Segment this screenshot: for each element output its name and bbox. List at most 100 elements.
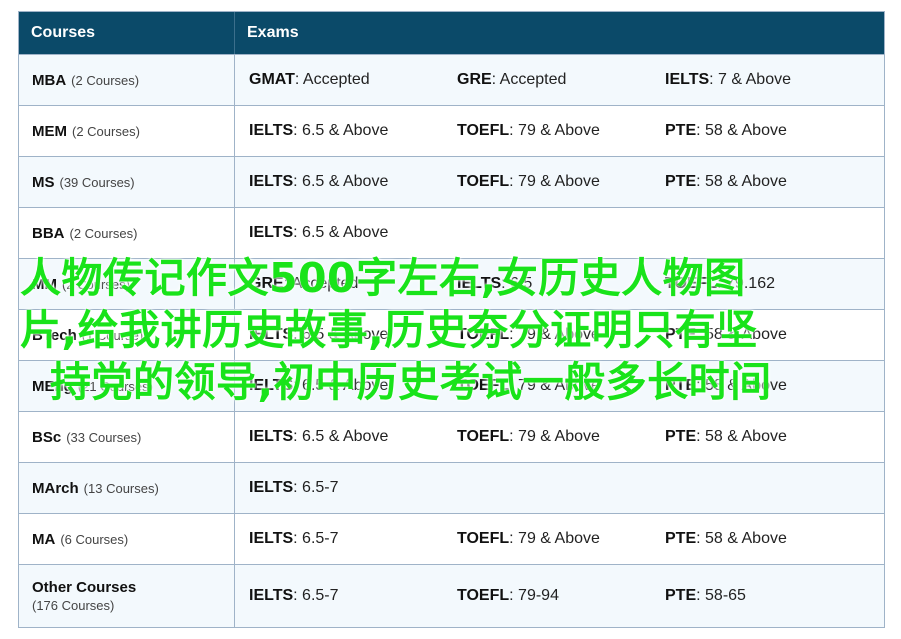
course-name[interactable]: MBA (32, 72, 66, 89)
exam-score: : 79 & Above (509, 173, 600, 190)
exam-score: : 79.162 (717, 275, 775, 292)
exam-name: PTE (665, 530, 697, 547)
table-row: MM (2 Courses) GRE: Accepted IELTS: 6.5 TOEF… (19, 258, 884, 309)
course-name[interactable]: MM (32, 276, 57, 293)
table-row: BTech (1 Course) IELTS: 6.5 & Above TOEFL: … (19, 309, 884, 360)
exam-name: GRE (457, 71, 492, 88)
exam-score: : 6.5 & Above (293, 173, 389, 190)
exam-requirement: GRE: Accepted (249, 275, 457, 293)
exam-requirement: PTE: 58 & Above (665, 122, 873, 140)
courses-header: Courses (19, 12, 235, 54)
exam-requirement: TOEFL: 79 & Above (457, 428, 665, 446)
exam-score: : 58 & Above (696, 122, 787, 139)
exam-name: GRE (249, 275, 284, 292)
exam-score: : 79 & Above (509, 326, 600, 343)
exam-requirement: IELTS: 7 & Above (665, 71, 873, 89)
table-body: MBA (2 Courses) GMAT: Accepted GRE: Accepte… (19, 54, 884, 627)
exams-cell: IELTS: 6.5 & Above (235, 208, 884, 258)
exam-score: : 79-94 (509, 587, 559, 604)
course-cell: MBA (2 Courses) (19, 55, 235, 105)
exam-name: TOEFL (457, 587, 510, 604)
exam-score: : 6.5 & Above (293, 326, 389, 343)
exams-cell: IELTS: 6.5 & Above TOEFL: 79 & Above PTE: … (235, 106, 884, 156)
exam-name: IELTS (249, 224, 294, 241)
exam-name: IELTS (457, 275, 502, 292)
exam-requirement: IELTS: 6.5 (457, 275, 665, 293)
course-cell: MA (6 Courses) (19, 514, 235, 564)
exam-score: : 7 & Above (709, 71, 791, 88)
exams-cell: IELTS: 6.5-7 (235, 463, 884, 513)
course-count: (176 Courses) (32, 598, 115, 613)
course-count: (6 Courses) (60, 531, 129, 547)
exam-requirement: IELTS: 6.5-7 (249, 587, 457, 605)
exam-score: : 6.5 & Above (293, 224, 389, 241)
exam-requirement: IELTS: 6.5 & Above (249, 173, 457, 191)
course-cell: MS (39 Courses) (19, 157, 235, 207)
exams-cell: IELTS: 6.5 & Above TOEFL: 79 & Above PTE: … (235, 157, 884, 207)
exam-requirement: TOEFL: 79 & Above (457, 377, 665, 395)
exam-score: : 6.5-7 (293, 530, 339, 547)
exam-name: TOEFL (457, 326, 510, 343)
course-name[interactable]: MEM (32, 123, 67, 140)
table-row: BBA (2 Courses) IELTS: 6.5 & Above (19, 207, 884, 258)
course-cell: BBA (2 Courses) (19, 208, 235, 258)
exam-name: TOEFL (457, 428, 510, 445)
exam-name: IELTS (249, 479, 294, 496)
exam-requirement: TOEFL: 79 & Above (457, 122, 665, 140)
course-name[interactable]: MEng (32, 378, 73, 395)
exam-score: : 6.5-7 (293, 479, 339, 496)
table-row: MEM (2 Courses) IELTS: 6.5 & Above TOEFL: 7… (19, 105, 884, 156)
exam-requirement: PTE: 58 & Above (665, 326, 873, 344)
course-name[interactable]: MArch (32, 480, 79, 497)
course-count: (39 Courses) (59, 174, 135, 190)
exam-score: : 6.5 & Above (293, 428, 389, 445)
course-count: (21 Courses) (77, 378, 153, 394)
table-row: Other Courses (176 Courses) IELTS: 6.5-7 TO… (19, 564, 884, 627)
exam-requirement: TOEFL: 79 & Above (457, 326, 665, 344)
exam-name: IELTS (249, 587, 294, 604)
course-name[interactable]: BBA (32, 225, 65, 242)
table-row: MArch (13 Courses) IELTS: 6.5-7 (19, 462, 884, 513)
course-name[interactable]: MS (32, 174, 55, 191)
exams-cell: IELTS: 6.5 & Above TOEFL: 79 & Above PTE : … (235, 412, 884, 462)
exam-name: PTE (665, 428, 697, 445)
exam-score: : 79 & Above (509, 377, 600, 394)
exam-score: : 6.5-7 (293, 587, 339, 604)
exam-name: GMAT (249, 71, 295, 88)
exams-cell: IELTS: 6.5 & Above TOEFL: 79 & Above PTE: … (235, 310, 884, 360)
course-name[interactable]: Other Courses (32, 579, 136, 596)
exam-name: PTE (665, 587, 697, 604)
exam-name: TOEFL (457, 173, 510, 190)
course-cell: BSc (33 Courses) (19, 412, 235, 462)
exams-cell: GRE: Accepted IELTS: 6.5 TOEFL: 79.162 (235, 259, 884, 309)
table-row: MEng (21 Courses) IELTS: 6.5 & Above TOEFL:… (19, 360, 884, 411)
exam-name: PTE (665, 377, 697, 394)
exam-score: : Accepted (294, 71, 370, 88)
table-row: MBA (2 Courses) GMAT: Accepted GRE: Accepte… (19, 54, 884, 105)
exam-name: TOEFL (457, 377, 510, 394)
exam-name: TOEFL (457, 122, 510, 139)
exam-name: TOEFL (665, 275, 718, 292)
exam-score: : 6.5 (501, 275, 533, 292)
course-name[interactable]: MA (32, 531, 55, 548)
course-name[interactable]: BSc (32, 429, 61, 446)
exam-requirement: IELTS: 6.5 & Above (249, 326, 457, 344)
exam-name: IELTS (249, 530, 294, 547)
exam-score: : 58 & Above (696, 173, 787, 190)
exam-score: : 6.5 & Above (293, 377, 389, 394)
exam-requirement: IELTS: 6.5-7 (249, 530, 457, 548)
exam-name: PTE (665, 326, 697, 343)
course-cell: MM (2 Courses) (19, 259, 235, 309)
exam-name: IELTS (249, 428, 294, 445)
exam-requirement: TOEFL: 79 & Above (457, 530, 665, 548)
exam-requirement: IELTS: 6.5 & Above (249, 428, 457, 446)
exams-cell: IELTS: 6.5-7 TOEFL: 79-94 PTE: 58-65 (235, 565, 884, 627)
exam-requirement: GRE: Accepted (457, 71, 665, 89)
course-name[interactable]: BTech (32, 327, 77, 344)
exam-requirement: PTE: 58 & Above (665, 377, 873, 395)
exam-requirement: PTE: 58 & Above (665, 173, 873, 191)
exam-score: : Accepted (491, 71, 567, 88)
course-count: (33 Courses) (66, 429, 142, 445)
exam-name: IELTS (249, 326, 294, 343)
exam-name: PTE (665, 173, 697, 190)
